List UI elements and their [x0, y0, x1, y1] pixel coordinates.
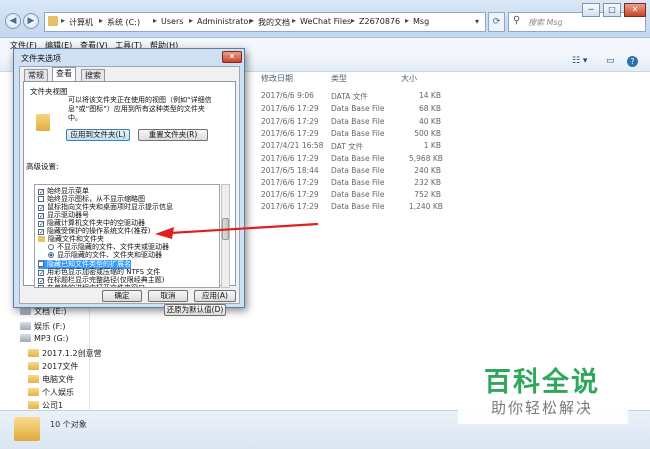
arrow-head	[155, 227, 174, 239]
arrow-line	[169, 222, 319, 235]
watermark: 百科全说 助你轻松解决	[458, 346, 628, 424]
watermark-subtitle: 助你轻松解决	[491, 399, 594, 417]
watermark-title: 百科全说	[484, 367, 600, 398]
